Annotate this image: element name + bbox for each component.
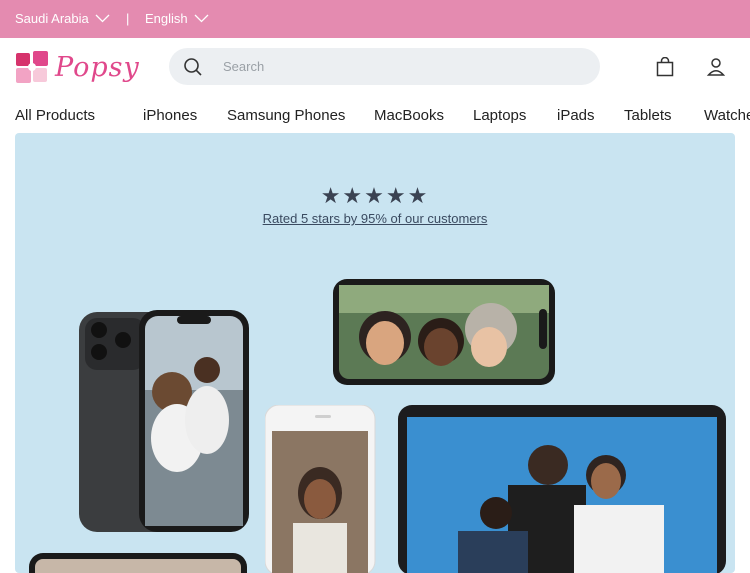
country-selector[interactable]: Saudi Arabia bbox=[15, 11, 110, 26]
logo-text: Popsy bbox=[55, 51, 140, 83]
nav-item-watches[interactable]: Watches bbox=[704, 107, 750, 124]
country-label: Saudi Arabia bbox=[15, 11, 89, 26]
nav-item-all-products[interactable]: All Products bbox=[15, 107, 95, 124]
nav-item-ipads[interactable]: iPads bbox=[557, 107, 595, 124]
phone-partial-image bbox=[29, 553, 247, 573]
chevron-down-icon bbox=[95, 14, 110, 23]
logo-mark-icon bbox=[16, 51, 48, 83]
nav-item-tablets[interactable]: Tablets bbox=[624, 107, 672, 124]
rating-link[interactable]: Rated 5 stars by 95% of our customers bbox=[15, 211, 735, 226]
ipad-image bbox=[398, 405, 726, 573]
logo[interactable]: Popsy bbox=[15, 50, 140, 84]
topbar-separator: | bbox=[126, 11, 130, 26]
search-input[interactable] bbox=[223, 59, 583, 74]
nav-item-iphones[interactable]: iPhones bbox=[143, 107, 197, 124]
search-bar[interactable] bbox=[169, 48, 600, 85]
iphone-back-image bbox=[79, 310, 249, 532]
nav-item-macbooks[interactable]: MacBooks bbox=[374, 107, 444, 124]
top-bar: Saudi Arabia | English bbox=[0, 0, 750, 38]
nav-item-laptops[interactable]: Laptops bbox=[473, 107, 526, 124]
search-icon[interactable] bbox=[183, 57, 203, 77]
chevron-down-icon bbox=[194, 14, 209, 23]
user-icon[interactable] bbox=[706, 57, 726, 77]
iphone-landscape-image bbox=[333, 279, 555, 385]
category-nav: All Products iPhones Samsung Phones MacB… bbox=[0, 98, 750, 132]
language-selector[interactable]: English bbox=[145, 11, 209, 26]
language-label: English bbox=[145, 11, 188, 26]
star-rating-icon: ★★★★★ bbox=[320, 183, 430, 208]
iphone-se-image bbox=[265, 405, 376, 573]
hero-banner: ★★★★★ Rated 5 stars by 95% of our custom… bbox=[15, 133, 735, 573]
bag-icon[interactable] bbox=[655, 57, 675, 77]
nav-item-samsung-phones[interactable]: Samsung Phones bbox=[227, 107, 345, 124]
site-header: Popsy bbox=[0, 38, 750, 98]
